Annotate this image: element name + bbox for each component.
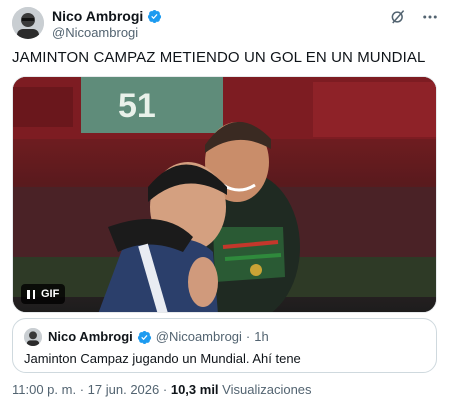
quoted-tweet[interactable]: Nico Ambrogi @Nicoambrogi · 1h Jaminton … [12,318,437,373]
gif-frame-image: 51 [13,77,436,312]
verified-badge-icon [147,9,162,24]
gif-badge[interactable]: GIF [21,284,66,304]
views-label: Visualizaciones [222,382,312,397]
quoted-time: 1h [254,329,269,344]
grok-icon[interactable] [389,8,407,26]
more-options-icon[interactable] [421,8,439,26]
pause-icon[interactable] [27,289,35,299]
author-display-name[interactable]: Nico Ambrogi [52,8,143,24]
quoted-author-handle: @Nicoambrogi [155,329,242,344]
gif-media[interactable]: 51 GIF [12,76,437,313]
quoted-separator: · [245,329,251,344]
footer-separator: · [162,382,168,397]
quoted-verified-badge-icon [137,330,152,345]
jersey-number: 51 [118,87,156,125]
author-name-row: Nico Ambrogi [52,8,162,24]
gif-label: GIF [41,288,60,300]
post-time[interactable]: 11:00 p. m. [12,382,76,397]
footer-separator: · [79,382,85,397]
quoted-author-name: Nico Ambrogi [48,329,133,344]
post-date[interactable]: 17 jun. 2026 [88,382,160,397]
author-avatar[interactable] [12,7,44,39]
tweet-card: Nico Ambrogi @Nicoambrogi JAMINTON CAMPA… [0,0,449,407]
top-actions [389,8,439,26]
tweet-footer: 11:00 p. m. · 17 jun. 2026 · 10,3 mil Vi… [12,382,312,398]
tweet-text: JAMINTON CAMPAZ METIENDO UN GOL EN UN MU… [12,49,426,66]
quoted-tweet-header: Nico Ambrogi @Nicoambrogi · 1h [48,329,269,345]
quoted-tweet-text: Jaminton Campaz jugando un Mundial. Ahí … [24,351,301,366]
quoted-author-avatar [24,328,42,346]
author-handle[interactable]: @Nicoambrogi [52,26,138,40]
views-count: 10,3 mil [170,382,219,397]
